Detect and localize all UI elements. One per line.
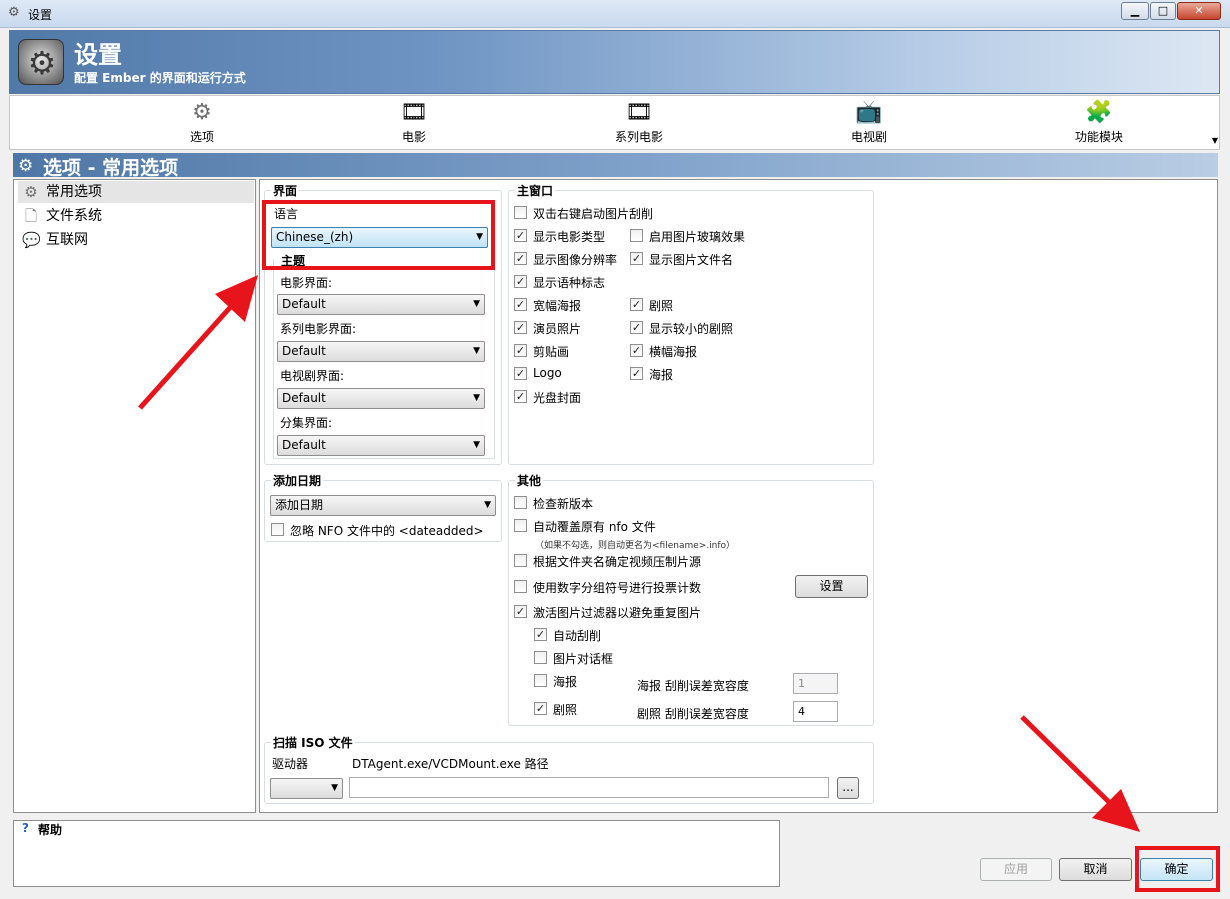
arrow-to-ok (1020, 715, 1140, 832)
annotation-arrows (138, 275, 1140, 832)
arrow-to-language (138, 275, 258, 410)
